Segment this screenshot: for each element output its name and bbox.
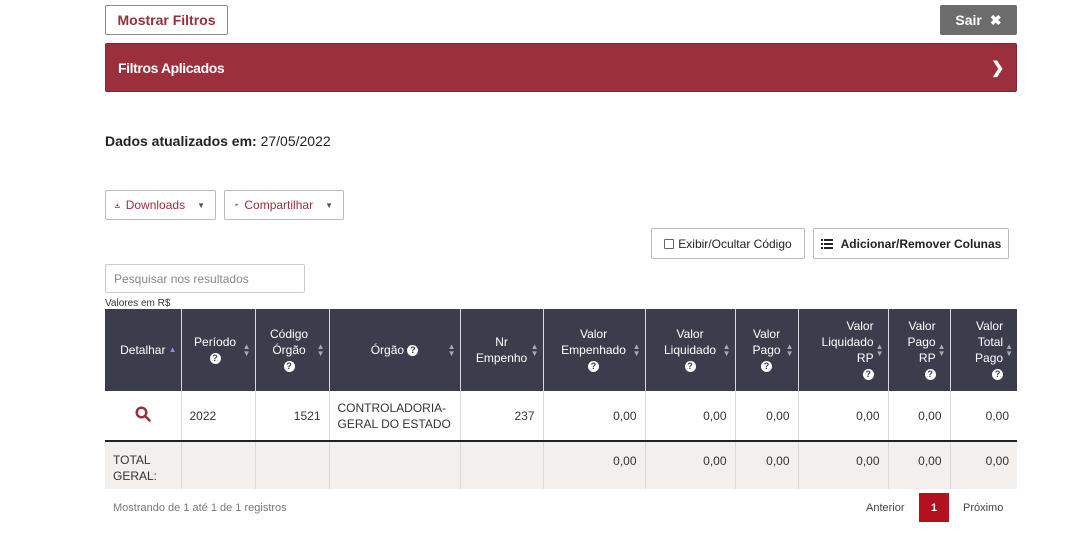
exit-label: Sair (955, 12, 982, 28)
toggle-code-button[interactable]: Exibir/Ocultar Código (651, 228, 805, 259)
search-input[interactable] (105, 264, 305, 293)
column-header-valor-pago-rp[interactable]: Valor Pago RP ? ▲ ▼ (888, 309, 951, 391)
cell-valor-liquidado-rp: 0,00 (798, 391, 889, 442)
sort-icon: ▲ ▼ (785, 342, 794, 358)
cell-orgao: CONTROLADORIA-GERAL DO ESTADO (329, 391, 461, 442)
sort-icon: ▲ ▼ (632, 342, 641, 358)
sort-icon: ▲ ▼ (242, 342, 251, 358)
column-header-valor-empenhado[interactable]: Valor Empenhado? ▲ ▼ (543, 309, 646, 391)
total-row: TOTAL GERAL: 0,00 0,00 0,00 0,00 0,00 0,… (105, 441, 1017, 489)
total-valor-pago: 0,00 (735, 441, 799, 489)
sort-icon: ▲ ▼ (722, 342, 731, 358)
chevron-right-icon: ❯ (990, 59, 1004, 77)
last-updated-label: Dados atualizados em: (105, 133, 257, 149)
close-icon: ✖ (989, 11, 1002, 28)
help-icon[interactable]: ? (588, 361, 600, 373)
caret-down-icon: ▼ (197, 200, 205, 210)
help-icon[interactable]: ? (992, 369, 1004, 381)
sort-icon: ▲ ▼ (447, 342, 456, 358)
total-label: TOTAL GERAL: (105, 441, 182, 489)
cell-valor-pago-rp: 0,00 (888, 391, 951, 442)
download-icon (115, 203, 120, 208)
add-remove-columns-button[interactable]: Adicionar/Remover Colunas (813, 228, 1009, 259)
column-header-valor-total-pago[interactable]: Valor Total Pago? ▲ ▼ (950, 309, 1017, 391)
applied-filters-title: Filtros Aplicados (118, 59, 225, 76)
total-valor-liquidado: 0,00 (645, 441, 736, 489)
table-row: 2022 1521 CONTROLADORIA-GERAL DO ESTADO … (105, 391, 1017, 442)
next-page-button[interactable]: Próximo (963, 502, 1003, 514)
downloads-dropdown[interactable]: Downloads ▼ (105, 190, 216, 220)
sort-icon: ▲ ▼ (316, 342, 325, 358)
share-arrow-icon (234, 203, 239, 207)
search-icon[interactable] (135, 406, 151, 422)
toggle-code-label: Exibir/Ocultar Código (678, 236, 792, 251)
downloads-label: Downloads (125, 198, 186, 212)
column-header-codigo-orgao[interactable]: Código Órgão? ▲ ▼ (255, 309, 330, 391)
sort-icon: ▲ ▼ (937, 342, 946, 358)
total-valor-liquidado-rp: 0,00 (798, 441, 889, 489)
help-icon[interactable]: ? (862, 369, 874, 381)
caret-down-icon: ▼ (325, 200, 333, 210)
cell-periodo: 2022 (181, 391, 256, 442)
help-icon[interactable]: ? (209, 353, 221, 365)
column-header-periodo[interactable]: Período? ▲ ▼ (181, 309, 256, 391)
last-updated: Dados atualizados em: 27/05/2022 (105, 133, 331, 149)
detail-cell[interactable] (105, 391, 182, 442)
cell-valor-pago: 0,00 (735, 391, 799, 442)
share-dropdown[interactable]: Compartilhar ▼ (224, 190, 344, 220)
sort-icon: ▲ ▼ (530, 342, 539, 358)
cell-nr-empenho: 237 (460, 391, 544, 442)
column-header-valor-pago[interactable]: Valor Pago? ▲ ▼ (735, 309, 799, 391)
sort-asc-icon: ▲ (168, 345, 177, 354)
help-icon[interactable]: ? (924, 369, 936, 381)
pagination-info: Mostrando de 1 até 1 de 1 registros (113, 502, 287, 514)
total-valor-pago-rp: 0,00 (888, 441, 951, 489)
column-header-valor-liquidado-rp[interactable]: Valor Liquidado RP ? ▲ ▼ (798, 309, 889, 391)
cell-valor-liquidado: 0,00 (645, 391, 736, 442)
previous-page-button[interactable]: Anterior (866, 502, 905, 514)
column-header-valor-liquidado[interactable]: Valor Liquidado? ▲ ▼ (645, 309, 736, 391)
help-icon[interactable]: ? (684, 361, 696, 373)
column-header-orgao[interactable]: Órgão ? ▲ ▼ (329, 309, 461, 391)
column-header-detalhar[interactable]: Detalhar ▲ (105, 309, 182, 391)
toggle-code-checkbox[interactable] (664, 238, 675, 249)
exit-button[interactable]: Sair ✖ (940, 5, 1017, 35)
sort-icon: ▲ ▼ (1005, 342, 1013, 358)
help-icon[interactable]: ? (761, 361, 773, 373)
page-1-button[interactable]: 1 (919, 493, 949, 522)
total-valor-empenhado: 0,00 (543, 441, 646, 489)
help-icon[interactable]: ? (283, 361, 295, 373)
cell-valor-total-pago: 0,00 (950, 391, 1017, 442)
list-icon (820, 238, 833, 249)
help-icon[interactable]: ? (407, 345, 419, 357)
share-label: Compartilhar (244, 198, 314, 212)
cell-codigo-orgao: 1521 (255, 391, 330, 442)
last-updated-date: 27/05/2022 (260, 133, 331, 149)
column-header-nr-empenho[interactable]: Nr Empenho ▲ ▼ (460, 309, 544, 391)
results-table: Detalhar ▲ Período? ▲ ▼ Código Órgão? ▲ ▼ Órg… (105, 309, 1017, 489)
show-filters-button[interactable]: Mostrar Filtros (105, 5, 228, 35)
sort-icon: ▲ ▼ (875, 342, 884, 358)
add-remove-columns-label: Adicionar/Remover Colunas (840, 236, 1002, 251)
currency-note: Valores em R$ (105, 298, 171, 309)
cell-valor-empenhado: 0,00 (543, 391, 646, 442)
total-valor-total-pago: 0,00 (950, 441, 1017, 489)
applied-filters-bar[interactable]: Filtros Aplicados ❯ (105, 43, 1017, 92)
